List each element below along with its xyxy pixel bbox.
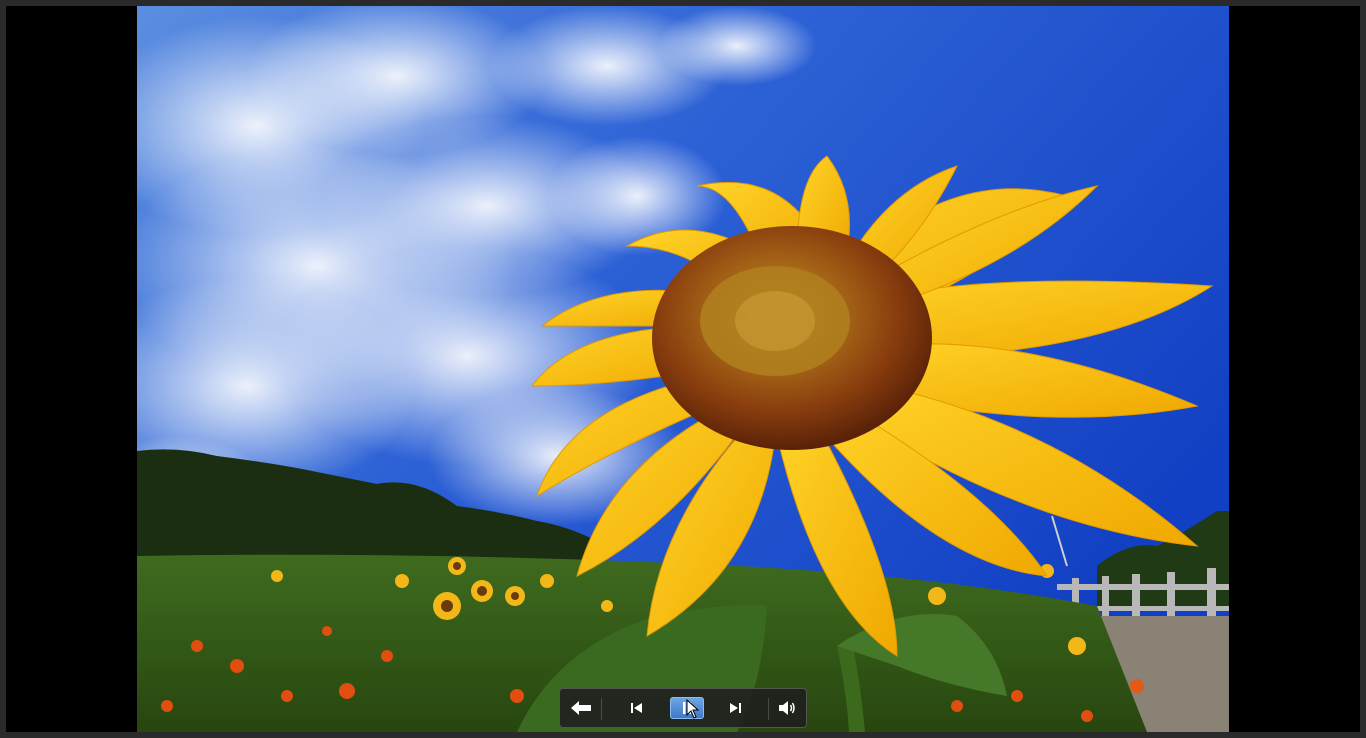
back-arrow-icon	[571, 701, 591, 715]
photo-display[interactable]	[137, 6, 1229, 732]
play-pause-button[interactable]	[670, 697, 704, 719]
next-button[interactable]	[722, 696, 748, 720]
skip-previous-icon	[631, 703, 642, 713]
playback-controls-bar	[559, 688, 807, 728]
back-button[interactable]	[566, 696, 596, 720]
previous-button[interactable]	[624, 696, 650, 720]
volume-icon	[779, 701, 795, 715]
pause-icon	[683, 702, 691, 714]
sunflower-image	[137, 6, 1229, 732]
separator	[768, 698, 769, 720]
volume-button[interactable]	[774, 696, 800, 720]
separator	[601, 698, 602, 720]
skip-next-icon	[730, 703, 741, 713]
